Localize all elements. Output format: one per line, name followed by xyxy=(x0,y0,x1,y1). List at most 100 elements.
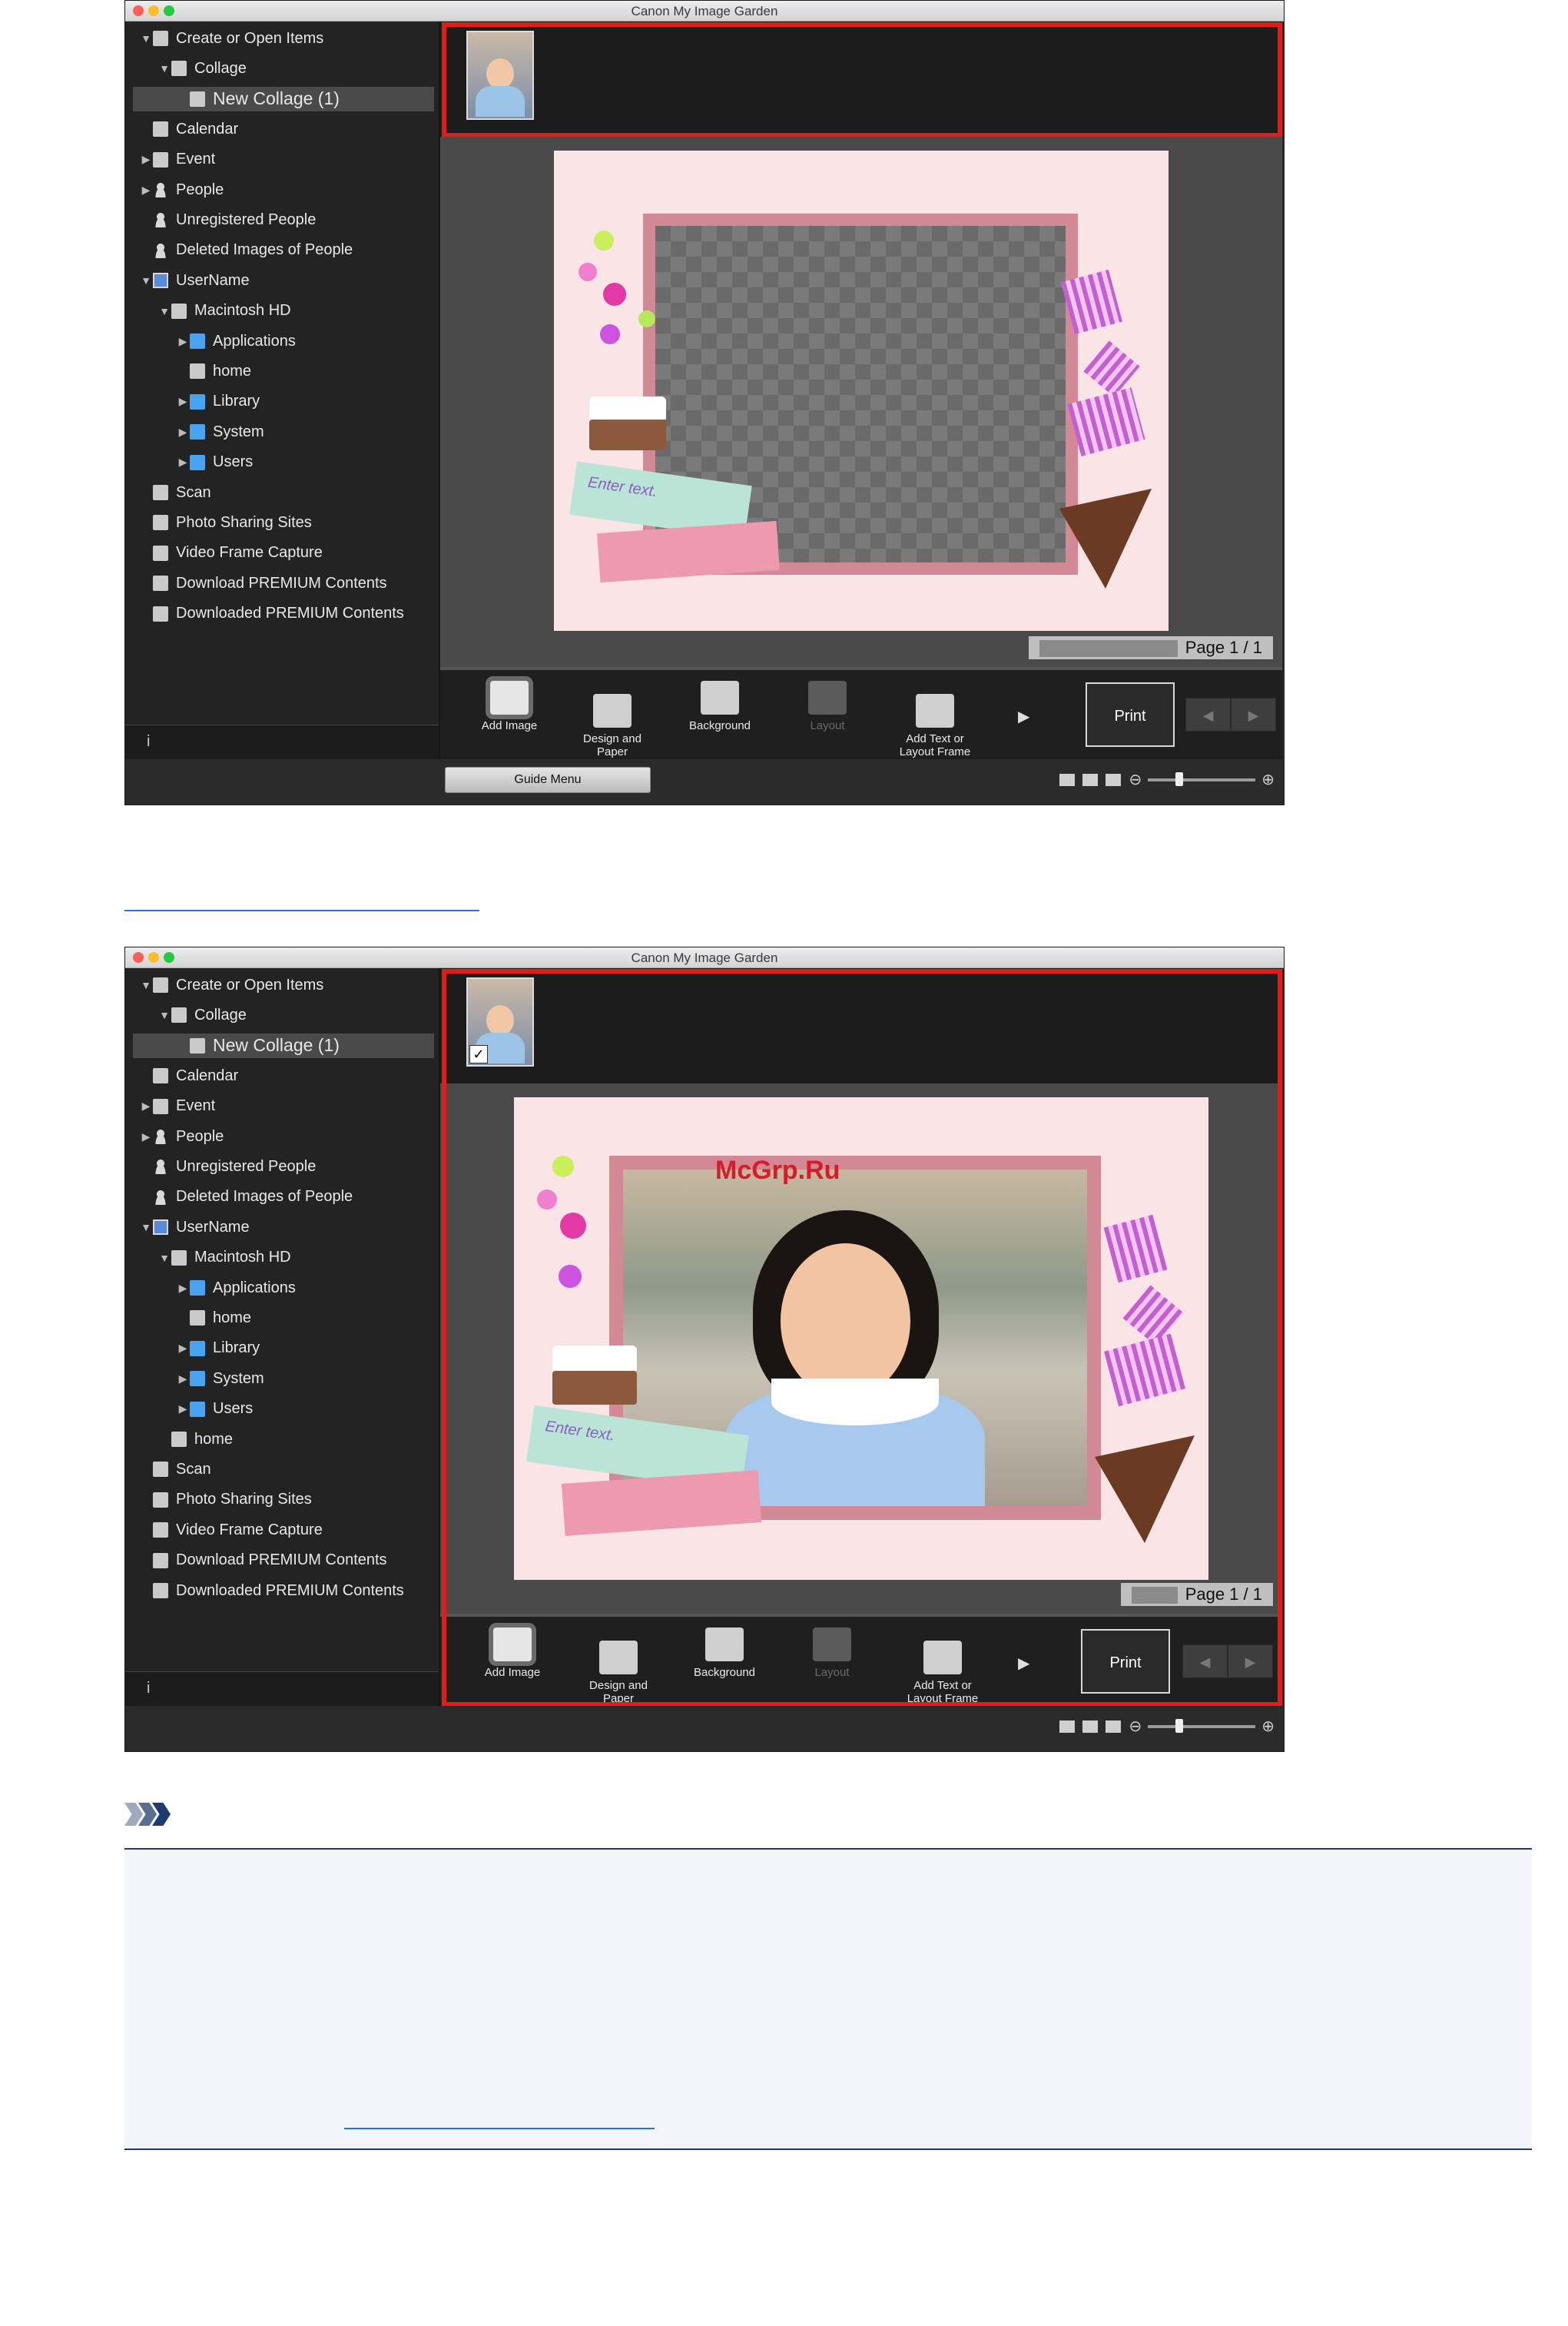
disclosure-arrow-icon[interactable]: ▼ xyxy=(139,1221,153,1233)
disclosure-arrow-icon[interactable]: ▼ xyxy=(157,1252,171,1264)
sidebar-item[interactable]: Deleted Images of People xyxy=(139,238,353,263)
disclosure-arrow-icon[interactable]: ▶ xyxy=(139,184,153,197)
sidebar-item[interactable]: Calendar xyxy=(139,117,238,141)
sidebar-item[interactable]: ▶ Event xyxy=(139,1094,216,1119)
sidebar-item[interactable]: ▼ Macintosh HD xyxy=(157,299,291,324)
disclosure-arrow-icon[interactable]: ▶ xyxy=(176,426,190,439)
disclosure-arrow-icon[interactable]: ▶ xyxy=(139,1130,153,1143)
sidebar-item[interactable]: ▶ People xyxy=(139,178,224,202)
sidebar-item[interactable]: ▼ Create or Open Items xyxy=(139,973,323,997)
disclosure-arrow-icon[interactable]: ▶ xyxy=(176,1402,190,1415)
guide-menu-button[interactable]: Guide Menu xyxy=(445,767,651,793)
background-button[interactable]: Background xyxy=(674,681,766,732)
sidebar-item-label: UserName xyxy=(176,1218,250,1236)
sidebar-bottom-bar: i xyxy=(125,1671,439,1706)
sidebar-item[interactable]: Photo Sharing Sites xyxy=(139,510,312,535)
zoom-out-icon[interactable]: ⊖ xyxy=(1129,770,1142,789)
disclosure-arrow-icon[interactable]: ▼ xyxy=(157,305,171,317)
sidebar-item[interactable]: ▶ Applications xyxy=(176,329,296,353)
sidebar-item[interactable]: Download PREMIUM Contents xyxy=(139,571,387,596)
disclosure-arrow-icon[interactable]: ▼ xyxy=(139,32,153,45)
sidebar-item[interactable]: home xyxy=(176,359,251,383)
next-page-icon[interactable]: ▶ xyxy=(1231,698,1276,732)
sidebar-item[interactable]: ▶ Users xyxy=(176,1397,254,1422)
disclosure-arrow-icon[interactable]: ▼ xyxy=(139,274,153,287)
sidebar-item[interactable]: Calendar xyxy=(139,1063,238,1088)
sidebar-item[interactable]: Scan xyxy=(139,1457,211,1482)
zoom-in-icon[interactable]: ⊕ xyxy=(1261,770,1275,789)
more-tools-arrow-icon[interactable]: ▶ xyxy=(1018,707,1029,726)
sidebar-item[interactable]: ▶ Library xyxy=(176,390,260,414)
link-underline[interactable] xyxy=(124,910,479,911)
calendar-icon xyxy=(153,1068,168,1084)
fit-icon[interactable] xyxy=(1106,1720,1122,1733)
sidebar-item[interactable]: ▶ People xyxy=(139,1124,224,1149)
sidebar-item[interactable]: ▶ Users xyxy=(176,450,254,475)
disclosure-arrow-icon[interactable]: ▼ xyxy=(139,979,153,991)
disclosure-arrow-icon[interactable]: ▼ xyxy=(157,62,171,75)
sidebar-item[interactable]: ▼ Collage xyxy=(157,1003,247,1027)
fit-icon[interactable] xyxy=(1106,773,1122,786)
zoom-in-icon[interactable]: ⊕ xyxy=(1261,1717,1275,1736)
sidebar-item[interactable]: home xyxy=(176,1306,251,1330)
disclosure-arrow-icon[interactable]: ▶ xyxy=(139,1100,153,1113)
sidebar-item[interactable]: ▼ Create or Open Items xyxy=(139,26,323,51)
sidebar-item[interactable]: ▶ Library xyxy=(176,1336,260,1361)
sidebar-item[interactable]: Downloaded PREMIUM Contents xyxy=(139,1578,404,1603)
sidebar-item[interactable]: ▶ Applications xyxy=(176,1276,296,1300)
info-icon[interactable]: i xyxy=(147,733,150,751)
sidebar-item[interactable]: ▶ System xyxy=(176,1366,264,1391)
scan-icon xyxy=(153,485,168,500)
sidebar-item[interactable]: Download PREMIUM Contents xyxy=(139,1548,387,1573)
disclosure-arrow-icon[interactable]: ▶ xyxy=(176,395,190,408)
sidebar-item[interactable]: Video Frame Capture xyxy=(139,541,323,566)
sidebar-item[interactable]: ▼ UserName xyxy=(139,268,250,293)
add-text-or-layout-frame-button[interactable]: Add Text or Layout Frame xyxy=(889,681,981,758)
disclosure-arrow-icon[interactable]: ▶ xyxy=(176,335,190,348)
info-icon[interactable]: i xyxy=(147,1680,150,1697)
sidebar-item[interactable]: home xyxy=(157,1427,233,1452)
view-mode-icon[interactable] xyxy=(1059,773,1076,786)
disclosure-arrow-icon[interactable]: ▶ xyxy=(176,1342,190,1355)
zoom-slider[interactable] xyxy=(1148,1718,1256,1733)
sidebar-item[interactable]: New Collage (1) xyxy=(133,1033,434,1058)
sidebar-item-label: Unregistered People xyxy=(176,211,317,228)
page-thumbnail-slider[interactable] xyxy=(1039,640,1178,658)
sidebar-item[interactable]: ▼ Collage xyxy=(157,56,247,81)
disclosure-arrow-icon[interactable]: ▶ xyxy=(176,456,190,469)
sidebar-item[interactable]: ▶ Event xyxy=(139,148,216,172)
sidebar-item[interactable]: ▼ Macintosh HD xyxy=(157,1246,291,1270)
sidebar-item[interactable]: Photo Sharing Sites xyxy=(139,1488,312,1512)
view-mode-icon[interactable] xyxy=(1082,1720,1099,1733)
disclosure-arrow-icon[interactable]: ▶ xyxy=(176,1282,190,1295)
layout-button[interactable]: Layout xyxy=(781,681,874,732)
sidebar-item-label: Macintosh HD xyxy=(194,1249,291,1266)
sidebar-item[interactable]: Video Frame Capture xyxy=(139,1518,323,1542)
cake-decoration xyxy=(589,373,666,450)
link-underline[interactable] xyxy=(344,2128,655,2129)
view-mode-icon[interactable] xyxy=(1082,773,1099,786)
print-button[interactable]: Print xyxy=(1086,682,1175,747)
sidebar-item[interactable]: Deleted Images of People xyxy=(139,1185,353,1209)
previous-page-icon[interactable]: ◀ xyxy=(1185,698,1231,732)
zoom-slider-knob[interactable] xyxy=(1175,1718,1184,1733)
zoom-out-icon[interactable]: ⊖ xyxy=(1129,1717,1142,1736)
design-and-paper-button[interactable]: Design and Paper xyxy=(566,681,658,758)
sidebar-item[interactable]: ▶ System xyxy=(176,420,264,444)
sidebar-item[interactable]: Downloaded PREMIUM Contents xyxy=(139,602,404,626)
sidebar-item[interactable]: New Collage (1) xyxy=(133,86,434,111)
disclosure-arrow-icon[interactable]: ▶ xyxy=(139,153,153,166)
disclosure-arrow-icon[interactable]: ▶ xyxy=(176,1372,190,1385)
sidebar-item[interactable]: ▼ UserName xyxy=(139,1215,250,1239)
view-mode-icon[interactable] xyxy=(1059,1720,1076,1733)
video-icon xyxy=(153,545,168,561)
disclosure-arrow-icon[interactable]: ▼ xyxy=(157,1009,171,1021)
zoom-slider-knob[interactable] xyxy=(1175,771,1184,786)
sidebar-item[interactable]: Scan xyxy=(139,480,211,505)
zoom-slider[interactable] xyxy=(1148,771,1256,786)
sidebar-item-label: Applications xyxy=(213,1279,296,1296)
sidebar-item[interactable]: Unregistered People xyxy=(139,207,316,232)
add-text-label: Add Text or Layout Frame xyxy=(899,732,971,758)
sidebar-item[interactable]: Unregistered People xyxy=(139,1154,316,1179)
add-image-button[interactable]: Add Image xyxy=(463,681,555,732)
